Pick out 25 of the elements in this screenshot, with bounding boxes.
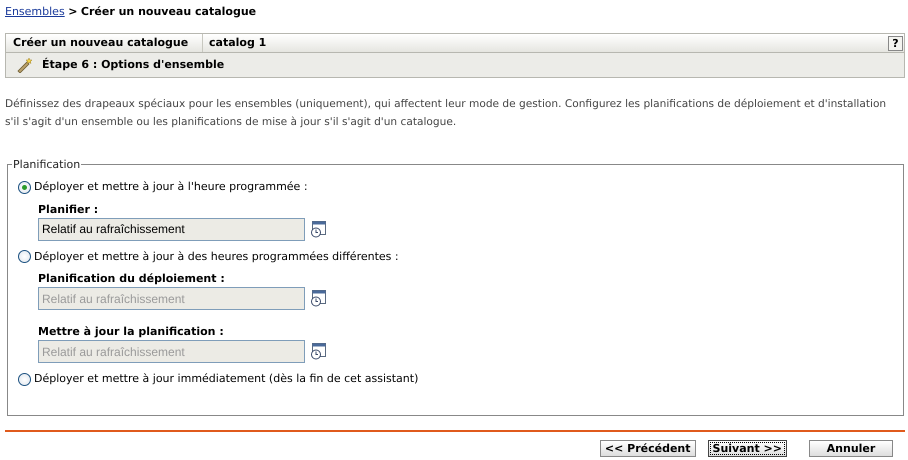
calendar-clock-icon[interactable] <box>310 290 326 307</box>
wizard-button[interactable]: Annuler <box>809 440 893 457</box>
breadcrumb-separator: > <box>68 5 78 18</box>
breadcrumb-current: Créer un nouveau catalogue <box>80 5 256 18</box>
radio-button[interactable] <box>18 372 31 386</box>
help-button[interactable]: ? <box>888 36 903 50</box>
catalog-name: catalog 1 <box>208 34 268 51</box>
calendar-clock-icon[interactable] <box>310 220 326 238</box>
calendar-clock-icon[interactable] <box>310 343 326 360</box>
description-text: Définissez des drapeaux spéciaux pour les ensembles (uniquement), qui affectent leur mode de gestion. Configurez les planifications de déploiement et d'installation s'il s'agit d'un ensemble ou les planifications de mise à jour s'il s'agit d'un catalogue. <box>5 97 888 130</box>
wizard-title: Créer un nouveau catalogue <box>6 34 203 52</box>
field-label: Planification du déploiement : <box>38 271 226 287</box>
wizard-button[interactable]: Suivant >> <box>708 440 787 457</box>
wizard-button[interactable]: << Précédent <box>600 440 696 457</box>
radio-button[interactable] <box>18 250 31 264</box>
field-label: Mettre à jour la planification : <box>38 324 225 340</box>
radio-button[interactable] <box>18 180 31 194</box>
option-label[interactable]: Déployer et mettre à jour à des heures programmées différentes : <box>34 248 399 265</box>
field-label: Planifier : <box>38 202 100 218</box>
option-label[interactable]: Déployer et mettre à jour immédiatement (dès la fin de cet assistant) <box>34 371 418 388</box>
wand-icon <box>16 57 34 73</box>
schedule-field[interactable]: Relatif au rafraîchissement <box>38 218 305 240</box>
step-title: Étape 6 : Options d'ensemble <box>42 56 224 73</box>
breadcrumb-link[interactable]: Ensembles <box>5 5 65 18</box>
option-label[interactable]: Déployer et mettre à jour à l'heure programmée : <box>34 179 308 196</box>
